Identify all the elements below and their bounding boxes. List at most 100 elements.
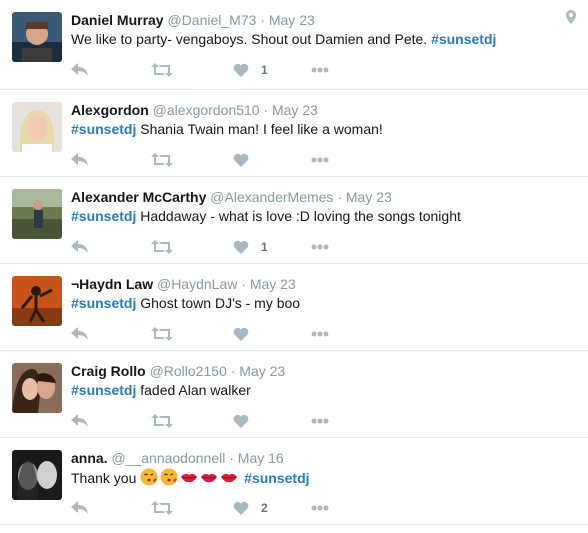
separator: · bbox=[337, 189, 342, 205]
retweet-icon[interactable] bbox=[151, 237, 173, 257]
user-handle[interactable]: @__annaodonnell bbox=[111, 450, 225, 466]
hashtag-link[interactable]: #sunsetdj bbox=[431, 31, 496, 47]
tweet-feed: Daniel Murray @Daniel_M73 · May 23 We li… bbox=[0, 0, 588, 525]
separator: · bbox=[260, 12, 265, 28]
display-name[interactable]: Craig Rollo bbox=[71, 363, 146, 379]
tweet[interactable]: ¬Haydn Law @HaydnLaw · May 23 #sunsetdj … bbox=[0, 264, 588, 351]
tweet-header: Daniel Murray @Daniel_M73 · May 23 bbox=[71, 11, 315, 29]
tweet[interactable]: Alexander McCarthy @AlexanderMemes · May… bbox=[0, 177, 588, 264]
hashtag-link[interactable]: #sunsetdj bbox=[71, 295, 136, 311]
more-dots-icon[interactable] bbox=[311, 150, 329, 170]
like-count: 1 bbox=[261, 240, 268, 254]
like-count: 2 bbox=[261, 501, 268, 515]
tweet-text: We like to party- vengaboys. Shout out D… bbox=[71, 30, 496, 48]
display-name[interactable]: anna. bbox=[71, 450, 108, 466]
reply-icon[interactable] bbox=[71, 60, 89, 80]
location-pin-icon[interactable] bbox=[566, 10, 576, 29]
like-button[interactable] bbox=[233, 324, 261, 344]
more-dots-icon[interactable] bbox=[311, 324, 329, 344]
separator: · bbox=[230, 363, 236, 379]
more-dots-icon[interactable] bbox=[311, 60, 329, 80]
tweet-text-part: Haddaway - what is love :D loving the so… bbox=[136, 208, 461, 224]
tweet-text-part: Ghost town DJ's - my boo bbox=[136, 295, 301, 311]
separator: · bbox=[229, 450, 234, 466]
separator: · bbox=[241, 276, 246, 292]
tweet-text-part: Thank you bbox=[71, 470, 141, 486]
display-name[interactable]: Daniel Murray bbox=[71, 12, 164, 28]
tweet-text: #sunsetdj Ghost town DJ's - my boo bbox=[71, 294, 300, 312]
avatar[interactable] bbox=[12, 450, 62, 500]
tweet-text: #sunsetdj Haddaway - what is love :D lov… bbox=[71, 207, 461, 225]
avatar[interactable] bbox=[12, 102, 62, 152]
lips-emoji bbox=[220, 468, 238, 490]
heart-icon bbox=[233, 414, 249, 428]
separator: · bbox=[263, 102, 269, 118]
timestamp[interactable]: May 23 bbox=[239, 363, 285, 379]
like-button[interactable]: 1 bbox=[233, 237, 268, 257]
timestamp[interactable]: May 23 bbox=[250, 276, 296, 292]
like-button[interactable] bbox=[233, 150, 261, 170]
reply-icon[interactable] bbox=[71, 150, 89, 170]
hashtag-link[interactable]: #sunsetdj bbox=[244, 470, 309, 486]
tweet[interactable]: Daniel Murray @Daniel_M73 · May 23 We li… bbox=[0, 0, 588, 90]
display-name[interactable]: Alexgordon bbox=[71, 102, 149, 118]
tweet-text: #sunsetdj faded Alan walker bbox=[71, 381, 251, 399]
avatar[interactable] bbox=[12, 276, 62, 326]
like-button[interactable]: 2 bbox=[233, 498, 268, 518]
tweet[interactable]: Alexgordon @alexgordon510 · May 23 #suns… bbox=[0, 90, 588, 177]
heart-icon bbox=[233, 327, 249, 341]
retweet-icon[interactable] bbox=[151, 498, 173, 518]
heart-icon bbox=[233, 240, 249, 254]
tweet[interactable]: anna. @__annaodonnell · May 16 Thank you… bbox=[0, 438, 588, 525]
display-name[interactable]: ¬Haydn Law bbox=[71, 276, 153, 292]
like-button[interactable]: 1 bbox=[233, 60, 268, 80]
like-button[interactable] bbox=[233, 411, 261, 431]
avatar[interactable] bbox=[12, 363, 62, 413]
like-count: 1 bbox=[261, 63, 268, 77]
timestamp[interactable]: May 23 bbox=[272, 102, 318, 118]
display-name[interactable]: Alexander McCarthy bbox=[71, 189, 206, 205]
timestamp[interactable]: May 23 bbox=[346, 189, 392, 205]
retweet-icon[interactable] bbox=[151, 60, 173, 80]
avatar[interactable] bbox=[12, 189, 62, 239]
retweet-icon[interactable] bbox=[151, 324, 173, 344]
hashtag-link[interactable]: #sunsetdj bbox=[71, 208, 136, 224]
more-dots-icon[interactable] bbox=[311, 237, 329, 257]
tweet-header: ¬Haydn Law @HaydnLaw · May 23 bbox=[71, 275, 296, 293]
user-handle[interactable]: @HaydnLaw bbox=[157, 276, 237, 292]
tweet-header: anna. @__annaodonnell · May 16 bbox=[71, 449, 284, 467]
more-dots-icon[interactable] bbox=[311, 411, 329, 431]
tweet-text: #sunsetdj Shania Twain man! I feel like … bbox=[71, 120, 383, 138]
user-handle[interactable]: @Rollo2150 bbox=[150, 363, 227, 379]
user-handle[interactable]: @Daniel_M73 bbox=[167, 12, 256, 28]
kissing-face-emoji bbox=[160, 468, 178, 490]
reply-icon[interactable] bbox=[71, 498, 89, 518]
more-dots-icon[interactable] bbox=[311, 498, 329, 518]
timestamp[interactable]: May 16 bbox=[238, 450, 284, 466]
tweet-header: Alexgordon @alexgordon510 · May 23 bbox=[71, 101, 318, 119]
heart-icon bbox=[233, 153, 249, 167]
kissing-face-emoji bbox=[140, 468, 158, 490]
user-handle[interactable]: @AlexanderMemes bbox=[210, 189, 333, 205]
retweet-icon[interactable] bbox=[151, 411, 173, 431]
tweet-header: Alexander McCarthy @AlexanderMemes · May… bbox=[71, 188, 392, 206]
tweet[interactable]: Craig Rollo @Rollo2150 · May 23 #sunsetd… bbox=[0, 351, 588, 438]
tweet-text: Thank you #sunsetdj bbox=[71, 468, 310, 490]
tweet-text-part: Shania Twain man! I feel like a woman! bbox=[136, 121, 383, 137]
tweet-text-part: faded Alan walker bbox=[136, 382, 251, 398]
avatar[interactable] bbox=[12, 12, 62, 62]
reply-icon[interactable] bbox=[71, 324, 89, 344]
lips-emoji bbox=[200, 468, 218, 490]
reply-icon[interactable] bbox=[71, 237, 89, 257]
hashtag-link[interactable]: #sunsetdj bbox=[71, 121, 136, 137]
hashtag-link[interactable]: #sunsetdj bbox=[71, 382, 136, 398]
heart-icon bbox=[233, 63, 249, 77]
reply-icon[interactable] bbox=[71, 411, 89, 431]
timestamp[interactable]: May 23 bbox=[269, 12, 315, 28]
user-handle[interactable]: @alexgordon510 bbox=[153, 102, 260, 118]
tweet-text-part: We like to party- vengaboys. Shout out D… bbox=[71, 31, 432, 47]
retweet-icon[interactable] bbox=[151, 150, 173, 170]
lips-emoji bbox=[180, 468, 198, 490]
tweet-header: Craig Rollo @Rollo2150 · May 23 bbox=[71, 362, 285, 380]
heart-icon bbox=[233, 501, 249, 515]
